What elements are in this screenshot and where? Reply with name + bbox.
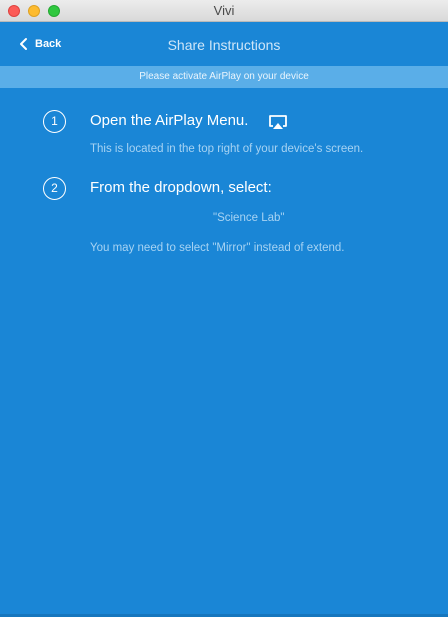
app-window: Vivi Back Share Instructions Please acti…	[0, 0, 448, 617]
step-1-number: 1	[43, 110, 66, 133]
airplay-banner: Please activate AirPlay on your device	[0, 66, 448, 88]
navigation-bar: Back Share Instructions	[0, 22, 448, 66]
window-title: Vivi	[213, 3, 235, 18]
step-1-title: Open the AirPlay Menu.	[90, 112, 249, 129]
step-2-number: 2	[43, 177, 66, 200]
airplay-icon	[269, 115, 287, 129]
page-title: Share Instructions	[167, 37, 281, 53]
step-2-title: From the dropdown, select:	[90, 179, 272, 196]
device-name-label: "Science Lab"	[213, 212, 285, 224]
step-1-description: This is located in the top right of your…	[90, 143, 364, 155]
mirror-note: You may need to select "Mirror" instead …	[90, 242, 345, 254]
window-titlebar: Vivi	[0, 0, 448, 22]
